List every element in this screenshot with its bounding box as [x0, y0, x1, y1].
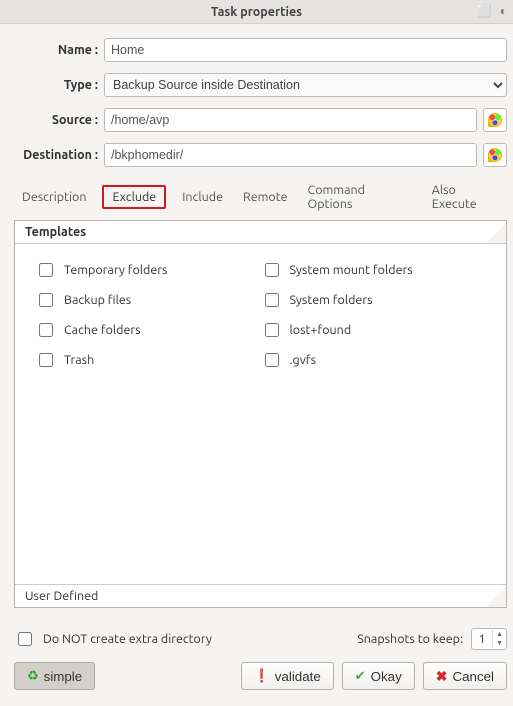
templates-area: Temporary folders Backup files Cache fol…: [15, 244, 506, 396]
tab-remote[interactable]: Remote: [239, 185, 292, 209]
checkbox[interactable]: [39, 353, 53, 367]
okay-button[interactable]: ✔ Okay: [342, 662, 415, 690]
snapshots-value[interactable]: 1: [472, 632, 492, 646]
dialog-content: Name : Type : Backup Source inside Desti…: [0, 24, 513, 696]
row-name: Name :: [14, 38, 507, 62]
cancel-button[interactable]: ✖ Cancel: [423, 662, 507, 690]
spinner-up-icon[interactable]: ▲: [493, 630, 506, 639]
tab-exclude[interactable]: Exclude: [102, 185, 166, 209]
btn-label: validate: [275, 669, 321, 684]
window-controls: ⬜ ◐: [477, 4, 507, 18]
user-defined-heading: User Defined: [15, 584, 506, 607]
name-input[interactable]: [104, 38, 507, 62]
type-select[interactable]: Backup Source inside Destination: [104, 73, 507, 97]
checkbox[interactable]: [39, 323, 53, 337]
exclude-frame: Templates Temporary folders Backup files…: [14, 220, 507, 608]
destination-input[interactable]: [104, 143, 477, 167]
checkbox[interactable]: [18, 632, 32, 646]
chk-backup-files[interactable]: Backup files: [35, 290, 261, 310]
templates-col-right: System mount folders System folders lost…: [261, 260, 487, 380]
row-source: Source :: [14, 108, 507, 132]
tab-include[interactable]: Include: [178, 185, 227, 209]
chk-gvfs[interactable]: .gvfs: [261, 350, 487, 370]
checkbox[interactable]: [265, 323, 279, 337]
simple-button[interactable]: ♻ simple: [14, 662, 95, 690]
chk-label: Cache folders: [64, 323, 141, 337]
chk-label: Backup files: [64, 293, 131, 307]
info-icon: ❗: [254, 668, 270, 684]
window-maximize-icon[interactable]: ◐: [500, 4, 507, 18]
source-label: Source :: [14, 113, 104, 127]
palette-icon: [488, 113, 502, 127]
recycle-icon: ♻: [27, 668, 39, 684]
chk-label: .gvfs: [290, 353, 317, 367]
window-restore-icon[interactable]: ⬜: [477, 4, 492, 18]
chk-label: lost+found: [290, 323, 352, 337]
chk-label: System folders: [290, 293, 373, 307]
btn-label: Okay: [371, 669, 402, 684]
cancel-icon: ✖: [436, 668, 448, 685]
checkbox[interactable]: [265, 353, 279, 367]
titlebar: Task properties ⬜ ◐: [0, 0, 513, 24]
check-icon: ✔: [355, 668, 366, 684]
palette-icon: [488, 148, 502, 162]
btn-label: simple: [44, 669, 83, 684]
name-label: Name :: [14, 43, 104, 57]
button-row: ♻ simple ❗ validate ✔ Okay ✖ Cancel: [14, 662, 507, 690]
row-destination: Destination :: [14, 143, 507, 167]
templates-heading: Templates: [15, 221, 506, 244]
source-input[interactable]: [104, 108, 477, 132]
window-title: Task properties: [211, 5, 302, 19]
validate-button[interactable]: ❗ validate: [241, 662, 334, 690]
chk-label: Temporary folders: [64, 263, 167, 277]
tab-also-execute[interactable]: Also Execute: [428, 178, 507, 216]
snapshots-label: Snapshots to keep:: [357, 632, 463, 646]
destination-label: Destination :: [14, 148, 104, 162]
type-label: Type :: [14, 78, 104, 92]
chk-trash[interactable]: Trash: [35, 350, 261, 370]
spinner-down-icon[interactable]: ▼: [493, 639, 506, 648]
chk-system-mount[interactable]: System mount folders: [261, 260, 487, 280]
source-browse-button[interactable]: [483, 108, 507, 132]
checkbox[interactable]: [265, 263, 279, 277]
chk-label: System mount folders: [290, 263, 413, 277]
btn-label: Cancel: [453, 669, 495, 684]
chk-label: Do NOT create extra directory: [43, 632, 212, 646]
chk-lost-found[interactable]: lost+found: [261, 320, 487, 340]
chk-no-extra-dir[interactable]: Do NOT create extra directory: [14, 629, 212, 649]
chk-temp-folders[interactable]: Temporary folders: [35, 260, 261, 280]
tabs: Description Exclude Include Remote Comma…: [14, 178, 507, 216]
destination-browse-button[interactable]: [483, 143, 507, 167]
tab-description[interactable]: Description: [18, 185, 90, 209]
templates-col-left: Temporary folders Backup files Cache fol…: [35, 260, 261, 380]
checkbox[interactable]: [39, 263, 53, 277]
checkbox[interactable]: [39, 293, 53, 307]
chk-system-folders[interactable]: System folders: [261, 290, 487, 310]
row-type: Type : Backup Source inside Destination: [14, 73, 507, 97]
snapshots-spinner[interactable]: 1 ▲ ▼: [471, 628, 507, 650]
chk-label: Trash: [64, 353, 94, 367]
chk-cache-folders[interactable]: Cache folders: [35, 320, 261, 340]
bottom-row: Do NOT create extra directory Snapshots …: [14, 628, 507, 650]
tab-command-options[interactable]: Command Options: [304, 178, 416, 216]
checkbox[interactable]: [265, 293, 279, 307]
